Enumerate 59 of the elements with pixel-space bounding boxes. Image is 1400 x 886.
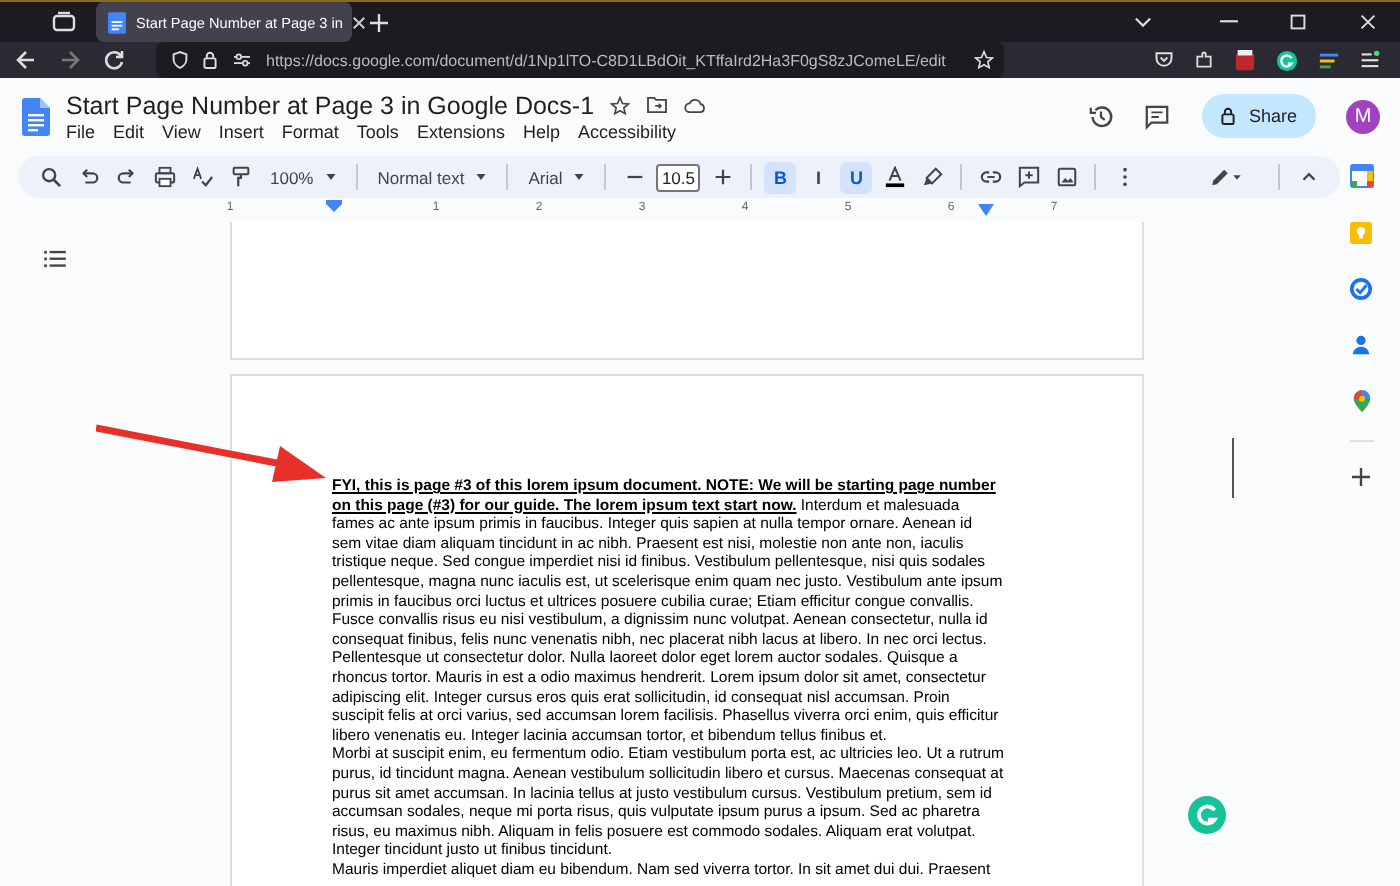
star-icon[interactable] bbox=[610, 95, 631, 115]
map-pin-icon[interactable] bbox=[1351, 390, 1371, 414]
history-icon[interactable] bbox=[1088, 103, 1114, 129]
chevron-down-icon[interactable] bbox=[1134, 16, 1152, 28]
comment-icon[interactable] bbox=[1144, 103, 1170, 129]
extensions-menu-icon[interactable] bbox=[1360, 50, 1380, 70]
pencil-icon[interactable] bbox=[1208, 166, 1244, 188]
menu-item[interactable]: Format bbox=[281, 121, 339, 141]
document-title[interactable]: Start Page Number at Page 3 in Google Docs-1 bbox=[66, 91, 595, 119]
tasks-icon[interactable] bbox=[1350, 278, 1372, 300]
maximize-icon[interactable] bbox=[1290, 14, 1306, 30]
docs-icon bbox=[108, 11, 126, 33]
menu-item[interactable]: Insert bbox=[218, 121, 264, 141]
close-icon[interactable] bbox=[352, 15, 367, 29]
account-avatar[interactable]: M bbox=[1346, 99, 1380, 133]
dropdown[interactable]: Normal text bbox=[369, 161, 495, 193]
docs-logo-icon[interactable] bbox=[22, 97, 50, 135]
add-icon[interactable] bbox=[1352, 468, 1370, 486]
pocket-icon[interactable] bbox=[1154, 50, 1174, 70]
caret-icon bbox=[574, 174, 585, 180]
caret-icon bbox=[476, 174, 487, 180]
indent-marker-icon[interactable] bbox=[978, 204, 994, 216]
font-size-field[interactable]: 10.5 bbox=[656, 163, 701, 191]
outline-icon[interactable] bbox=[44, 250, 66, 268]
menu-item[interactable]: Edit bbox=[113, 121, 145, 141]
person-icon[interactable] bbox=[1350, 334, 1372, 356]
close-icon[interactable] bbox=[1360, 14, 1376, 30]
menu-item[interactable]: File bbox=[66, 121, 96, 141]
dropdown[interactable]: 100% bbox=[262, 161, 344, 193]
extension-icon[interactable] bbox=[1318, 49, 1340, 71]
shield-icon bbox=[172, 50, 188, 70]
minimize-icon[interactable] bbox=[1220, 20, 1238, 24]
extension-icon[interactable] bbox=[1194, 50, 1214, 70]
menu-item[interactable]: Tools bbox=[356, 121, 399, 141]
tab-list-icon[interactable] bbox=[52, 10, 76, 34]
back-icon[interactable] bbox=[16, 50, 36, 70]
calendar-icon[interactable] bbox=[1349, 164, 1373, 188]
format-toggle[interactable]: U bbox=[840, 161, 873, 193]
menu-item[interactable]: View bbox=[162, 121, 201, 141]
dropdown[interactable]: Arial bbox=[520, 161, 593, 193]
format-toggle[interactable]: I bbox=[802, 161, 835, 193]
permissions-icon bbox=[232, 52, 252, 68]
lock-icon bbox=[202, 50, 218, 70]
caret-icon bbox=[325, 174, 336, 180]
menu-item[interactable]: Help bbox=[522, 121, 560, 141]
extension-icon[interactable] bbox=[1234, 49, 1256, 71]
address-bar[interactable]: https://docs.google.com/document/d/1Np1lTO-C8D1LBdOit_KTffaIrd2Ha3F0gS8zJComeLE/edit bbox=[156, 42, 1004, 78]
new-tab-icon[interactable] bbox=[370, 13, 388, 31]
url-text: https://docs.google.com/document/d/1Np1lTO-C8D1LBdOit_KTffaIrd2Ha3F0gS8zJComeLE/edit bbox=[266, 51, 946, 69]
format-toggle[interactable]: B bbox=[764, 161, 797, 193]
share-button[interactable]: Share bbox=[1202, 94, 1316, 138]
menu-item[interactable]: Accessibility bbox=[577, 121, 676, 141]
lock-icon bbox=[1220, 106, 1237, 126]
reload-icon[interactable] bbox=[104, 50, 124, 70]
menu-item[interactable]: Extensions bbox=[416, 121, 505, 141]
move-folder-icon[interactable] bbox=[646, 96, 669, 114]
grammar-extension-icon[interactable] bbox=[1276, 49, 1298, 71]
forward-icon[interactable] bbox=[60, 50, 80, 70]
cloud-icon[interactable] bbox=[684, 97, 707, 113]
